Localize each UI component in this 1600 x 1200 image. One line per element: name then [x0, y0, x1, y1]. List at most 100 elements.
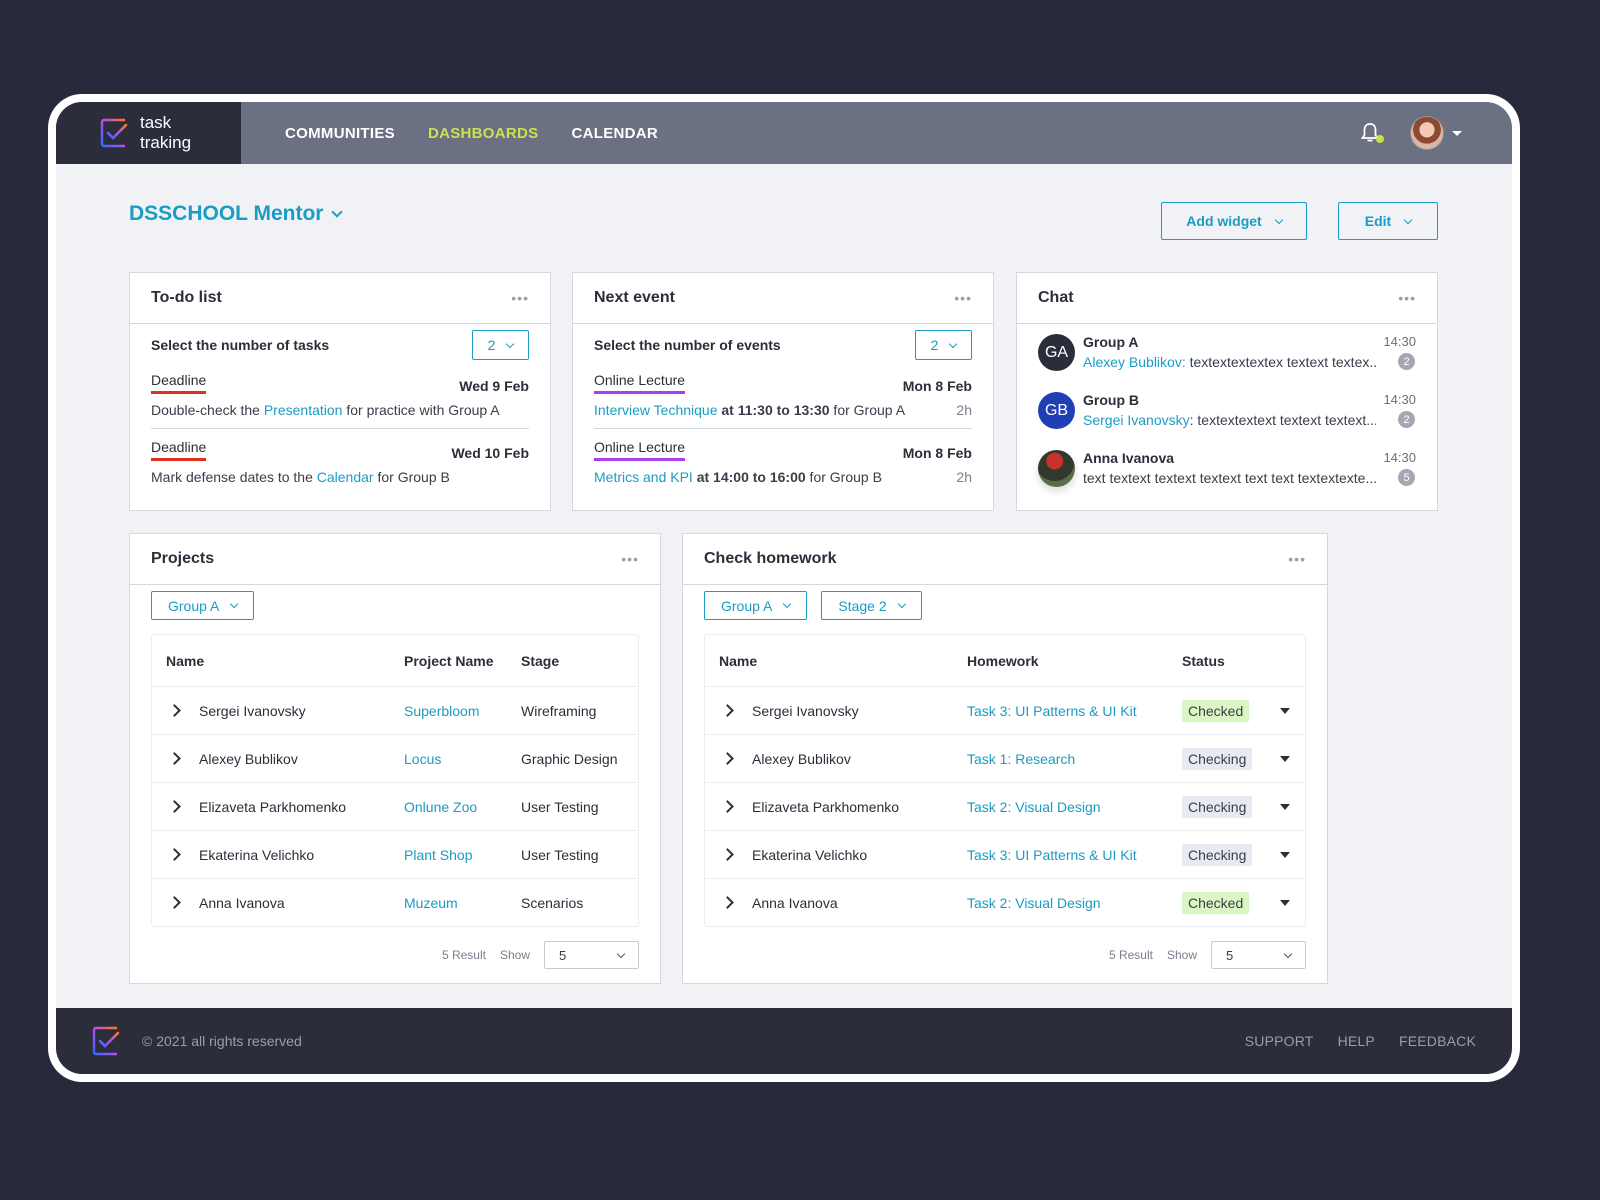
column-header-project: Project Name — [404, 652, 494, 669]
feedback-link[interactable]: FEEDBACK — [1399, 1033, 1476, 1049]
expand-chevron-icon[interactable] — [168, 704, 181, 717]
homework-link[interactable]: Task 3: UI Patterns & UI Kit — [967, 847, 1182, 863]
main-nav: COMMUNITIES DASHBOARDS CALENDAR — [285, 125, 658, 142]
chat-item[interactable]: GB Group B Sergei Ivanovsky: textextexte… — [1038, 382, 1416, 440]
footer: © 2021 all rights reserved SUPPORT HELP … — [56, 1008, 1512, 1074]
project-link[interactable]: Onlune Zoo — [404, 799, 521, 815]
notifications-button[interactable] — [1360, 122, 1384, 144]
calendar-link[interactable]: Calendar — [317, 469, 374, 485]
expand-chevron-icon[interactable] — [721, 896, 734, 909]
homework-link[interactable]: Task 3: UI Patterns & UI Kit — [967, 703, 1182, 719]
chat-message: : textextextext textext textext... — [1189, 412, 1376, 428]
brand-line-1: task — [140, 113, 172, 132]
student-name: Alexey Bublikov — [199, 750, 298, 767]
more-options-icon[interactable]: ••• — [511, 290, 529, 306]
page-size-select[interactable]: 5 — [1211, 941, 1306, 969]
expand-chevron-icon[interactable] — [721, 800, 734, 813]
status-dropdown-icon[interactable] — [1280, 707, 1290, 714]
event-text: Metrics and KPI at 14:00 to 16:00 for Gr… — [594, 469, 972, 485]
homework-link[interactable]: Task 1: Research — [967, 751, 1182, 767]
chat-sender: Alexey Bublikov: — [1083, 354, 1186, 370]
expand-chevron-icon[interactable] — [168, 800, 181, 813]
nav-communities[interactable]: COMMUNITIES — [285, 125, 395, 142]
table-row: Anna Ivanova Task 2: Visual Design Checked — [705, 878, 1305, 926]
chat-item[interactable]: GA Group A Alexey Bublikov: textextextex… — [1038, 324, 1416, 382]
presentation-link[interactable]: Presentation — [264, 402, 343, 418]
table-row: Anna Ivanova Muzeum Scenarios — [152, 878, 638, 926]
table-row: Ekaterina Velichko Plant Shop User Testing — [152, 830, 638, 878]
student-name: Sergei Ivanovsky — [199, 702, 306, 719]
chevron-down-icon — [949, 339, 958, 348]
footer-links: SUPPORT HELP FEEDBACK — [1245, 1033, 1476, 1049]
brand-line-2: traking — [140, 133, 192, 152]
page-size-select[interactable]: 5 — [544, 941, 639, 969]
event-text: Interview Technique at 11:30 to 13:30 fo… — [594, 402, 972, 418]
edit-button[interactable]: Edit — [1338, 202, 1438, 240]
student-name: Anna Ivanova — [752, 894, 838, 911]
more-options-icon[interactable]: ••• — [1398, 290, 1416, 306]
unread-badge: 5 — [1398, 469, 1415, 486]
table-header: Name Homework Status — [705, 635, 1305, 686]
column-header-status: Status — [1182, 652, 1225, 669]
event-count-select[interactable]: 2 — [915, 330, 972, 360]
user-menu[interactable] — [1410, 116, 1462, 150]
expand-chevron-icon[interactable] — [168, 848, 181, 861]
unread-badge: 2 — [1398, 353, 1415, 370]
event-link[interactable]: Interview Technique — [594, 402, 717, 418]
homework-link[interactable]: Task 2: Visual Design — [967, 799, 1182, 815]
chat-sender: Sergei Ivanovsky — [1083, 412, 1190, 428]
event-link[interactable]: Metrics and KPI — [594, 469, 693, 485]
more-options-icon[interactable]: ••• — [1288, 551, 1306, 567]
page-size-value: 5 — [559, 947, 567, 963]
expand-chevron-icon[interactable] — [721, 704, 734, 717]
expand-chevron-icon[interactable] — [721, 752, 734, 765]
expand-chevron-icon[interactable] — [168, 896, 181, 909]
stage-filter[interactable]: Stage 2 — [821, 591, 922, 620]
event-duration: 2h — [956, 469, 972, 485]
nav-calendar[interactable]: CALENDAR — [571, 125, 658, 142]
dashboard-selector[interactable]: DSSCHOOL Mentor — [129, 202, 344, 226]
project-link[interactable]: Plant Shop — [404, 847, 521, 863]
status-cell: Checking — [1182, 843, 1280, 866]
status-dropdown-icon[interactable] — [1280, 755, 1290, 762]
header-actions — [1360, 116, 1462, 150]
student-name: Elizaveta Parkhomenko — [199, 798, 347, 815]
homework-link[interactable]: Task 2: Visual Design — [967, 895, 1182, 911]
status-cell: Checked — [1182, 891, 1280, 914]
card-title: Next event — [594, 289, 675, 306]
checkbox-logo-icon — [100, 118, 128, 148]
group-filter[interactable]: Group A — [151, 591, 255, 620]
expand-chevron-icon[interactable] — [168, 752, 181, 765]
stage-filter-value: Stage 2 — [838, 597, 887, 614]
group-filter[interactable]: Group A — [704, 591, 808, 620]
more-options-icon[interactable]: ••• — [954, 290, 972, 306]
expand-chevron-icon[interactable] — [721, 848, 734, 861]
task-count-select[interactable]: 2 — [472, 330, 529, 360]
status-dropdown-icon[interactable] — [1280, 851, 1290, 858]
project-link[interactable]: Locus — [404, 751, 521, 767]
chevron-down-icon — [897, 599, 906, 609]
chevron-down-icon — [616, 949, 626, 958]
project-link[interactable]: Superbloom — [404, 703, 521, 719]
status-dropdown-icon[interactable] — [1280, 899, 1290, 906]
user-avatar — [1410, 116, 1444, 150]
status-dropdown-icon[interactable] — [1280, 803, 1290, 810]
chevron-down-icon — [1403, 215, 1413, 224]
more-options-icon[interactable]: ••• — [621, 551, 639, 567]
add-widget-button[interactable]: Add widget — [1161, 202, 1307, 240]
chevron-down-icon — [1283, 949, 1293, 958]
chat-item[interactable]: Anna Ivanova text textext textext textex… — [1038, 440, 1416, 498]
card-title: To-do list — [151, 289, 222, 306]
project-stage: Graphic Design — [521, 750, 618, 767]
chat-name: Group B — [1083, 392, 1139, 408]
support-link[interactable]: SUPPORT — [1245, 1033, 1314, 1049]
project-stage: User Testing — [521, 798, 599, 815]
card-title: Check homework — [704, 550, 837, 567]
brand-logo[interactable]: task traking — [56, 102, 241, 164]
card-header: Chat ••• — [1017, 273, 1437, 324]
status-badge: Checking — [1182, 795, 1253, 818]
caret-down-icon — [1452, 130, 1462, 136]
nav-dashboards[interactable]: DASHBOARDS — [428, 125, 539, 142]
help-link[interactable]: HELP — [1338, 1033, 1375, 1049]
project-link[interactable]: Muzeum — [404, 895, 521, 911]
